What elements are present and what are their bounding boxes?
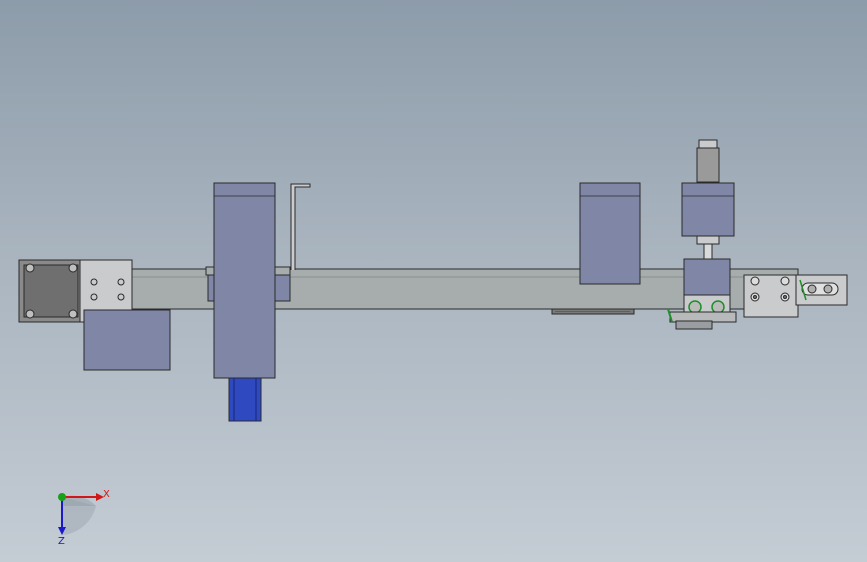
cad-viewport[interactable]: X Z [0, 0, 867, 562]
middle-housing[interactable] [579, 182, 641, 285]
z-axis-label: Z [58, 536, 65, 547]
end-clamp[interactable] [795, 274, 848, 306]
l-bracket[interactable] [290, 183, 311, 270]
end-plate[interactable] [743, 274, 799, 318]
coordinate-triad: X Z [58, 489, 110, 547]
lower-left-housing[interactable] [83, 309, 171, 371]
left-stepper-motor[interactable] [18, 259, 84, 323]
x-axis-label: X [103, 489, 110, 500]
assembly-drawing[interactable]: X Z [0, 0, 867, 562]
y-axis-dot [58, 493, 66, 501]
upper-right-motor[interactable] [681, 139, 735, 261]
